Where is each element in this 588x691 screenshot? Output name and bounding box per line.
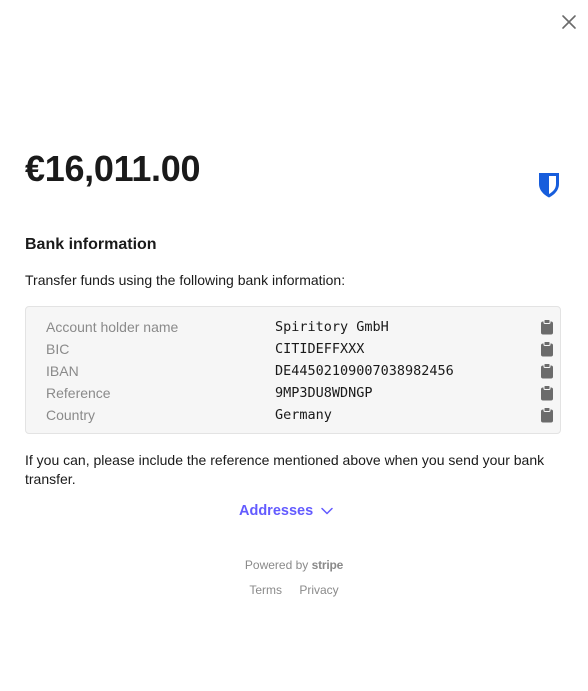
powered-by-stripe[interactable]: Powered by stripe bbox=[0, 558, 588, 572]
close-button[interactable] bbox=[559, 12, 579, 32]
bitwarden-shield-icon[interactable] bbox=[537, 171, 561, 199]
stripe-logo: stripe bbox=[311, 558, 344, 572]
reference-note: If you can, please include the reference… bbox=[25, 452, 545, 487]
bank-row-label: Account holder name bbox=[46, 319, 179, 335]
bank-row-account-holder: Account holder name Spiritory GmbH bbox=[26, 317, 560, 339]
bank-row-label: Reference bbox=[46, 385, 111, 401]
bank-row-reference: Reference 9MP3DU8WDNGP bbox=[26, 383, 560, 405]
bank-row-country: Country Germany bbox=[26, 405, 560, 427]
bank-row-iban: IBAN DE44502109007038982456 bbox=[26, 361, 560, 383]
checkout-page: €16,011.00 Bank information Transfer fun… bbox=[0, 0, 588, 691]
bank-row-bic: BIC CITIDEFFXXX bbox=[26, 339, 560, 361]
chevron-down-icon bbox=[321, 507, 333, 515]
bank-row-label: Country bbox=[46, 407, 96, 423]
footer-links: Terms Privacy bbox=[0, 583, 588, 597]
bank-row-label: IBAN bbox=[46, 363, 79, 379]
addresses-toggle[interactable]: Addresses bbox=[239, 503, 333, 519]
addresses-label: Addresses bbox=[239, 503, 314, 519]
bank-row-value[interactable]: DE44502109007038982456 bbox=[275, 363, 454, 379]
clipboard-icon[interactable] bbox=[540, 363, 554, 379]
clipboard-icon[interactable] bbox=[540, 319, 554, 335]
bank-row-value[interactable]: 9MP3DU8WDNGP bbox=[275, 385, 373, 401]
bank-information-title: Bank information bbox=[25, 236, 157, 253]
close-icon bbox=[562, 15, 576, 29]
bank-row-value[interactable]: Spiritory GmbH bbox=[275, 319, 389, 335]
clipboard-icon[interactable] bbox=[540, 341, 554, 357]
payment-amount: €16,011.00 bbox=[25, 148, 201, 189]
bank-row-value[interactable]: CITIDEFFXXX bbox=[275, 341, 364, 357]
clipboard-icon[interactable] bbox=[540, 385, 554, 401]
privacy-link[interactable]: Privacy bbox=[299, 583, 338, 597]
bank-instructions: Transfer funds using the following bank … bbox=[25, 272, 346, 288]
clipboard-icon[interactable] bbox=[540, 407, 554, 423]
bank-details-box: Account holder name Spiritory GmbH BIC C… bbox=[25, 306, 561, 434]
bank-row-value[interactable]: Germany bbox=[275, 407, 332, 423]
terms-link[interactable]: Terms bbox=[249, 583, 282, 597]
bank-row-label: BIC bbox=[46, 341, 70, 357]
powered-by-label: Powered by bbox=[244, 558, 309, 572]
